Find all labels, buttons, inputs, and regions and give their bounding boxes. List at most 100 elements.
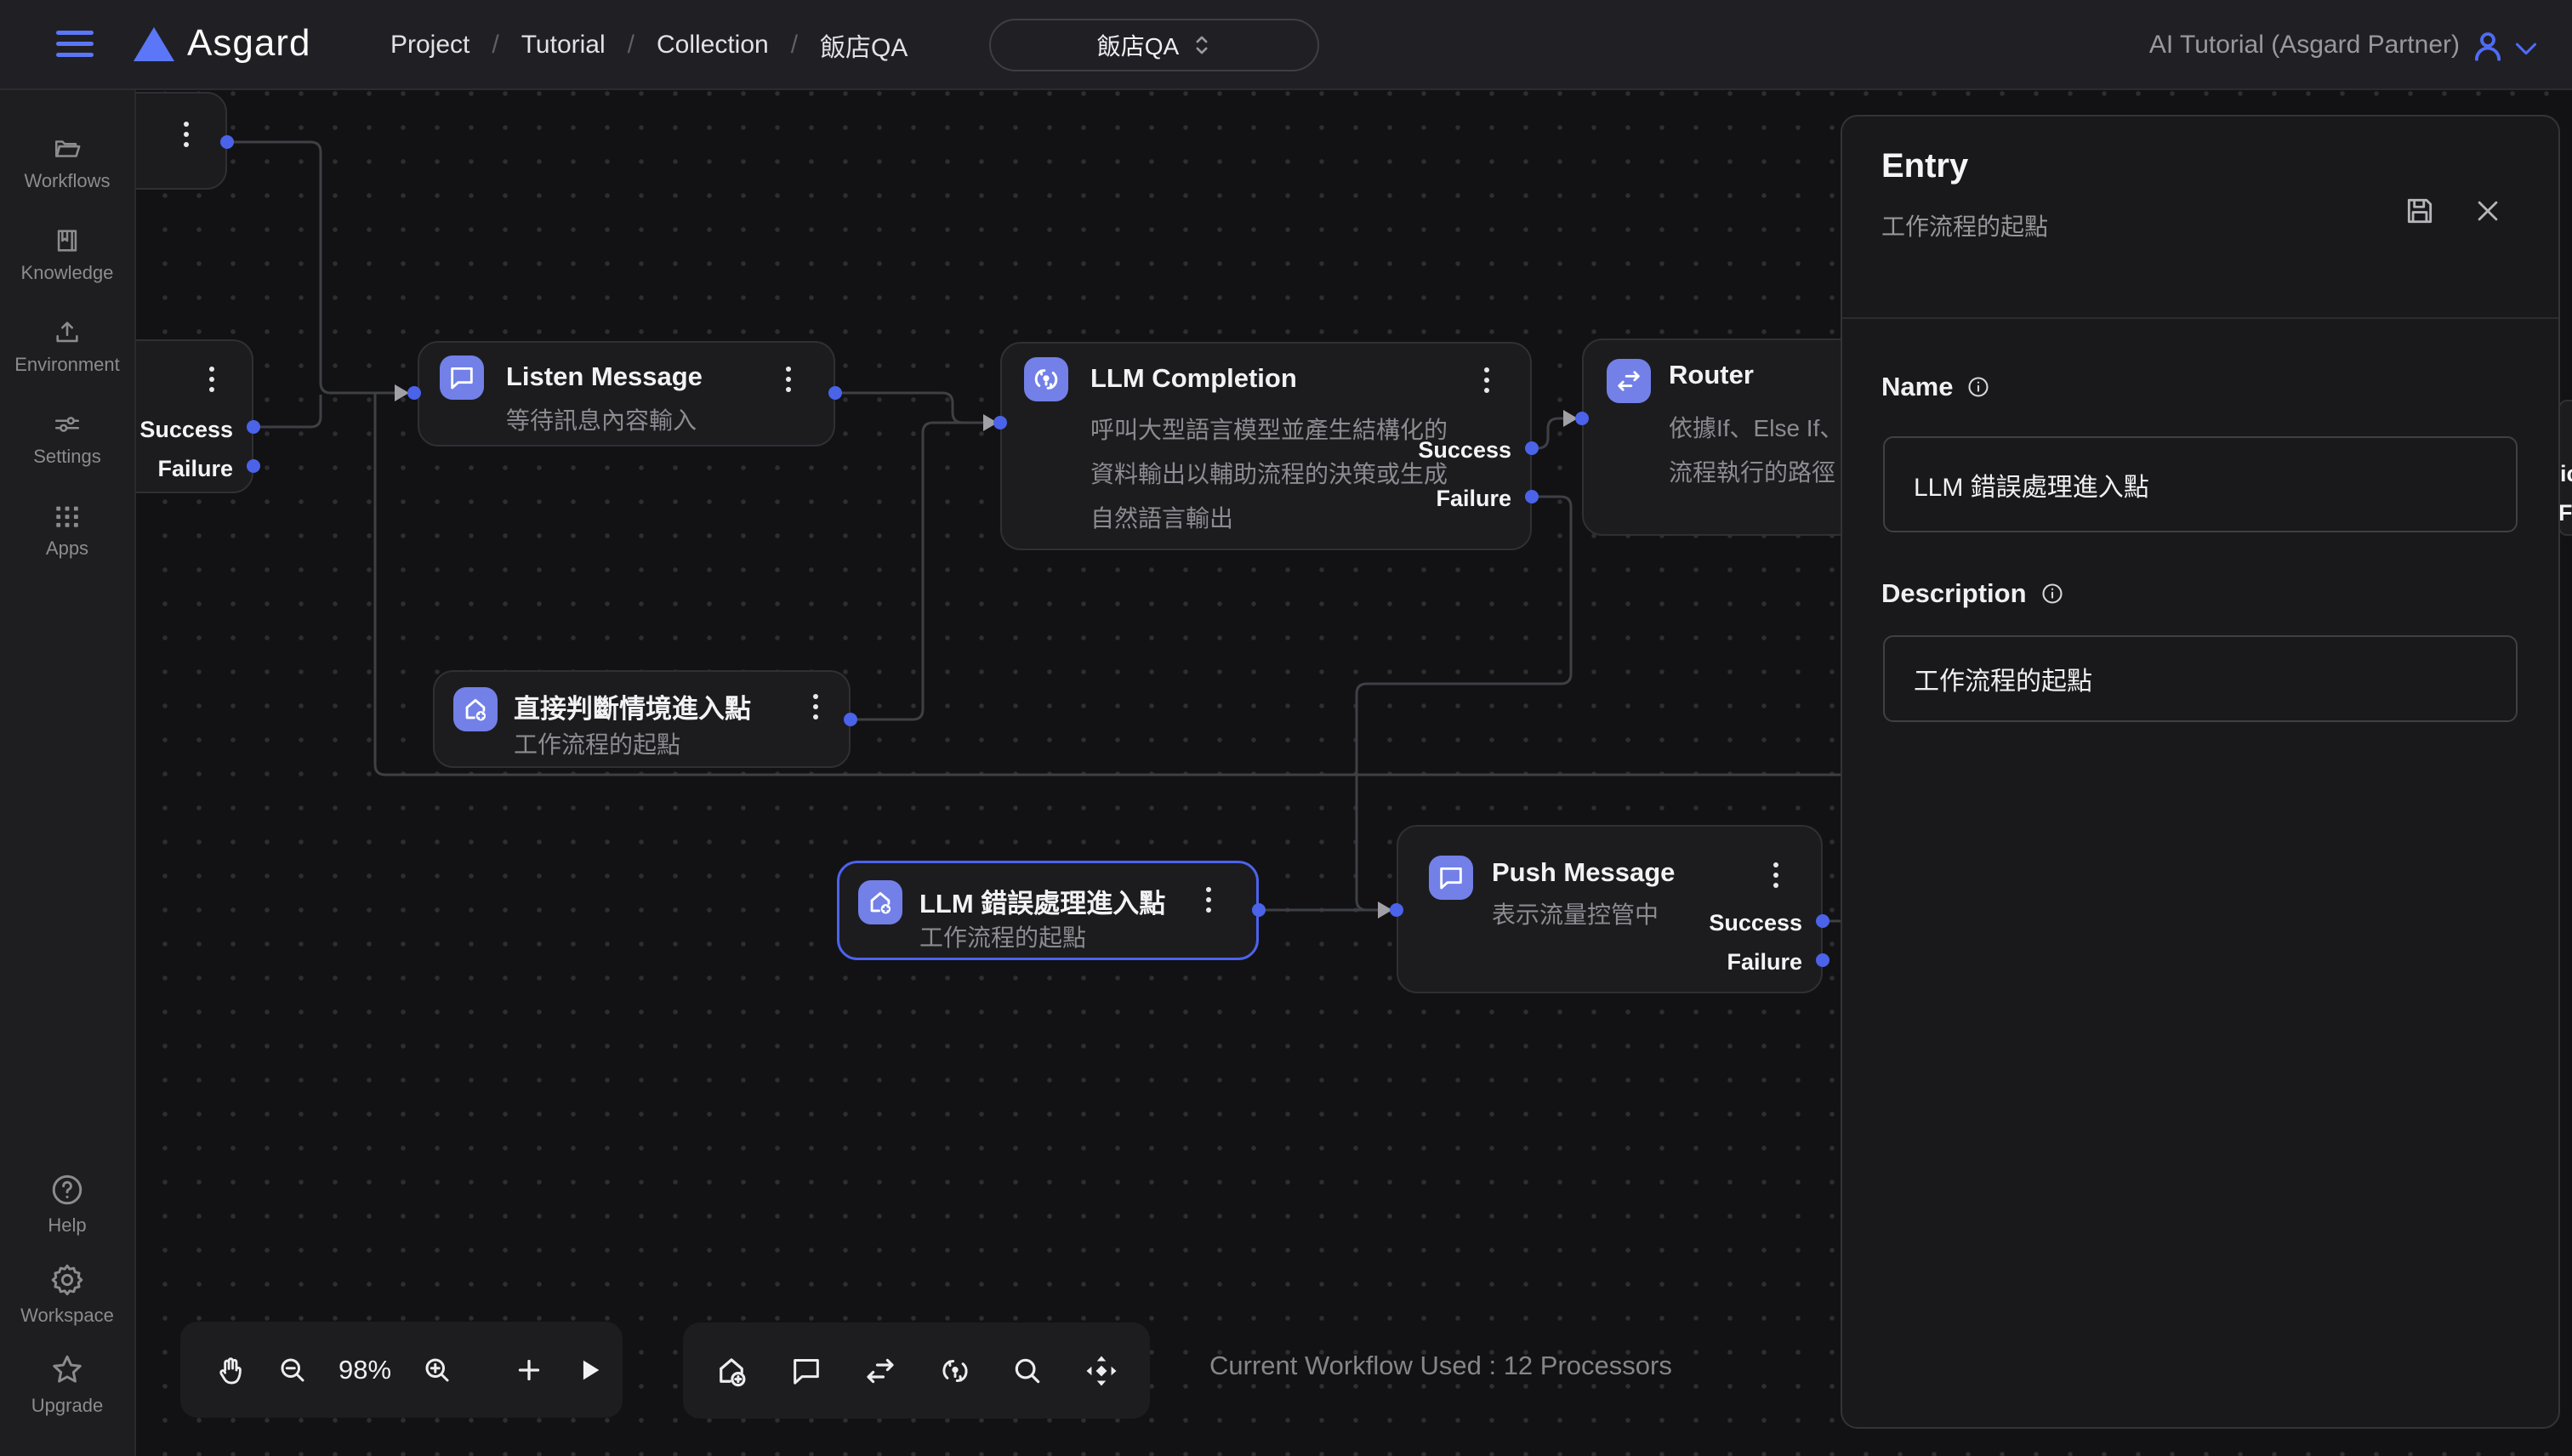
node-menu-button[interactable]	[1205, 887, 1212, 913]
info-icon[interactable]	[2040, 582, 2064, 606]
apps-grid-icon	[53, 502, 82, 531]
hamburger-menu-icon[interactable]	[56, 31, 94, 57]
chat-bubble-icon	[440, 355, 484, 400]
port-label-failure[interactable]: Failure	[157, 456, 233, 482]
workflow-selector[interactable]: 飯店QA	[989, 19, 1319, 71]
sidebar-item-settings[interactable]: Settings	[33, 410, 101, 468]
sidebar-item-environment[interactable]: Environment	[14, 318, 120, 376]
node-menu-button[interactable]	[785, 367, 792, 392]
star-icon	[49, 1352, 85, 1388]
brand-name: Asgard	[187, 22, 310, 65]
edge-llmsuccess-to-router	[1532, 418, 1565, 448]
zoom-out-button[interactable]	[277, 1355, 308, 1385]
port-label-failure[interactable]: Failure	[1727, 949, 1802, 975]
sliders-icon	[53, 410, 82, 439]
node-llm-error-entry[interactable]: LLM 錯誤處理進入點 工作流程的起點	[837, 861, 1259, 960]
breadcrumb-collection[interactable]: Collection	[657, 31, 769, 60]
search-icon[interactable]	[1011, 1355, 1044, 1387]
info-icon[interactable]	[1966, 375, 1990, 399]
panel-divider	[1842, 317, 2558, 319]
add-message-node-button[interactable]	[789, 1354, 823, 1388]
add-button[interactable]	[514, 1355, 544, 1385]
breadcrumb-current[interactable]: 飯店QA	[820, 26, 908, 64]
port-label-success[interactable]: Success	[1709, 910, 1802, 936]
node-description-line: 呼叫大型語言模型並產生結構化的	[1090, 412, 1448, 446]
run-workflow-button[interactable]	[575, 1356, 604, 1385]
pan-hand-icon[interactable]	[214, 1354, 247, 1386]
node-title: LLM Completion	[1090, 363, 1297, 394]
port-label-success[interactable]: Success	[139, 417, 233, 443]
node-llm-completion[interactable]: LLM Completion 呼叫大型語言模型並產生結構化的 資料輸出以輔助流程…	[1000, 342, 1532, 550]
arrowhead-llm-input	[983, 414, 998, 431]
node-menu-button[interactable]	[208, 367, 215, 392]
move-mode-icon[interactable]	[1084, 1353, 1119, 1389]
sidebar-item-label: Knowledge	[21, 262, 114, 284]
book-icon	[53, 226, 82, 255]
sidebar-item-knowledge[interactable]: Knowledge	[21, 226, 114, 284]
chat-bubble-icon	[1429, 856, 1473, 900]
node-push-message[interactable]: Push Message 表示流量控管中 Success Failure	[1397, 825, 1823, 993]
add-llm-node-button[interactable]	[938, 1354, 972, 1388]
name-input[interactable]	[1883, 436, 2518, 532]
sidebar-item-label: Environment	[14, 354, 120, 376]
node-menu-button[interactable]	[183, 122, 190, 147]
close-icon[interactable]	[2473, 196, 2502, 230]
sidebar-item-workspace[interactable]: Workspace	[20, 1262, 114, 1327]
description-field-label: Description	[1881, 578, 2064, 609]
add-router-node-button[interactable]	[862, 1353, 898, 1389]
node-description-line: 自然語言輸出	[1090, 500, 1233, 534]
workflow-selector-value: 飯店QA	[1097, 28, 1179, 62]
port-label-success[interactable]: Success	[1418, 437, 1511, 464]
sidebar-item-label: Workspace	[20, 1305, 114, 1327]
name-field-label: Name	[1881, 372, 1990, 402]
node-title: 直接判斷情境進入點	[514, 687, 751, 725]
node-subtitle: 工作流程的起點	[514, 726, 680, 760]
node-menu-button[interactable]	[812, 694, 819, 719]
port-label-failure[interactable]: Failure	[1436, 486, 1511, 512]
node-subtitle: 表示流量控管中	[1492, 896, 1659, 930]
gear-icon	[49, 1262, 85, 1298]
zoom-level: 98%	[339, 1355, 391, 1385]
sidebar-item-label: Help	[48, 1214, 86, 1237]
account-chevron-down-icon[interactable]	[2514, 41, 2538, 62]
node-description-line: 依據If、Else If、E	[1669, 410, 1859, 444]
node-subtitle: 工作流程的起點	[919, 919, 1086, 953]
node-listen-message[interactable]: Listen Message 等待訊息內容輸入	[418, 341, 835, 446]
node-description-line: 流程執行的路徑	[1669, 454, 1835, 488]
breadcrumb-tutorial[interactable]: Tutorial	[521, 31, 606, 60]
edge-direct-to-llm	[851, 423, 985, 719]
updown-chevrons-icon	[1192, 34, 1211, 56]
sidebar-item-upgrade[interactable]: Upgrade	[31, 1352, 103, 1417]
save-icon[interactable]	[2404, 195, 2436, 231]
account-label: AI Tutorial (Asgard Partner)	[2149, 0, 2460, 90]
node-title: Push Message	[1492, 857, 1675, 888]
sidebar-item-label: Workflows	[24, 170, 110, 192]
sidebar-item-apps[interactable]: Apps	[46, 502, 88, 560]
clipped-port-label: Fa	[2558, 500, 2572, 526]
node-title: Listen Message	[506, 361, 703, 392]
asgard-logo	[134, 27, 174, 61]
sidebar-item-help[interactable]: Help	[48, 1172, 86, 1237]
sidebar-item-label: Apps	[46, 537, 88, 560]
node-direct-entry[interactable]: 直接判斷情境進入點 工作流程的起點	[433, 670, 851, 768]
breadcrumb: Project/ Tutorial/ Collection/ 飯店QA	[390, 0, 908, 90]
entry-point-icon	[453, 687, 498, 731]
description-input[interactable]	[1883, 635, 2518, 722]
breadcrumb-project[interactable]: Project	[390, 31, 469, 60]
node-subtitle: 等待訊息內容輸入	[506, 402, 697, 436]
zoom-in-button[interactable]	[422, 1355, 452, 1385]
entry-point-icon	[858, 880, 902, 924]
node-palette-toolbar	[683, 1322, 1150, 1419]
node-menu-button[interactable]	[1773, 862, 1779, 888]
edge-listen-to-llm	[835, 393, 985, 423]
node-menu-button[interactable]	[1483, 367, 1490, 393]
llm-icon	[1024, 357, 1068, 401]
upload-icon	[53, 318, 82, 347]
panel-subtitle: 工作流程的起點	[1881, 208, 2048, 242]
sidebar-item-workflows[interactable]: Workflows	[24, 134, 110, 192]
entry-properties-panel: Entry 工作流程的起點 Name Description	[1841, 115, 2560, 1429]
left-sidebar: Workflows Knowledge Environment Settings…	[0, 90, 136, 1456]
user-avatar-icon[interactable]	[2470, 28, 2506, 68]
add-entry-node-button[interactable]	[714, 1353, 749, 1389]
canvas-view-toolbar: 98%	[180, 1322, 623, 1418]
